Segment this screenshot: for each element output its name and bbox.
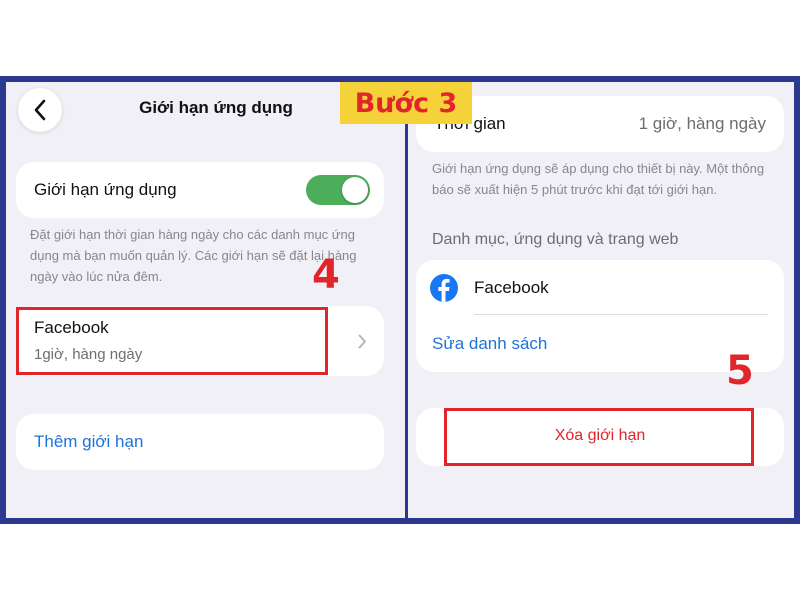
back-button[interactable] [18,88,62,132]
toggle-row-label: Giới hạn ứng dụng [34,180,177,199]
toggle-knob [342,177,368,203]
facebook-logo-icon [438,278,450,302]
page-title: Giới hạn ứng dụng [139,98,293,117]
screenshot-frame: Giới hạn ứng dụng Giới hạn ứng dụng Đặt … [0,76,800,524]
chevron-right-icon [358,334,366,349]
chevron-left-icon [34,99,46,121]
add-limit-label: Thêm giới hạn [34,432,144,451]
time-row-value: 1 giờ, hàng ngày [638,114,766,133]
add-limit-button[interactable]: Thêm giới hạn [16,414,384,470]
app-limit-toggle-row: Giới hạn ứng dụng [16,162,384,218]
app-item-facebook: Facebook [474,278,549,297]
edit-list-link[interactable]: Sửa danh sách [432,334,547,354]
annotation-box-4 [16,307,328,375]
phone-screens: Giới hạn ứng dụng Giới hạn ứng dụng Đặt … [6,82,794,518]
right-description: Giới hạn ứng dụng sẽ áp dụng cho thiết b… [432,161,765,197]
app-limit-toggle[interactable] [306,175,370,205]
annotation-number-5: 5 [726,348,754,394]
annotation-number-4: 4 [312,252,340,298]
step-badge: Bước 3 [340,82,472,124]
annotation-box-5 [444,408,754,466]
list-separator [474,314,768,315]
section-header: Danh mục, ứng dụng và trang web [432,231,679,248]
facebook-icon [430,274,458,302]
panel-divider [405,82,408,518]
